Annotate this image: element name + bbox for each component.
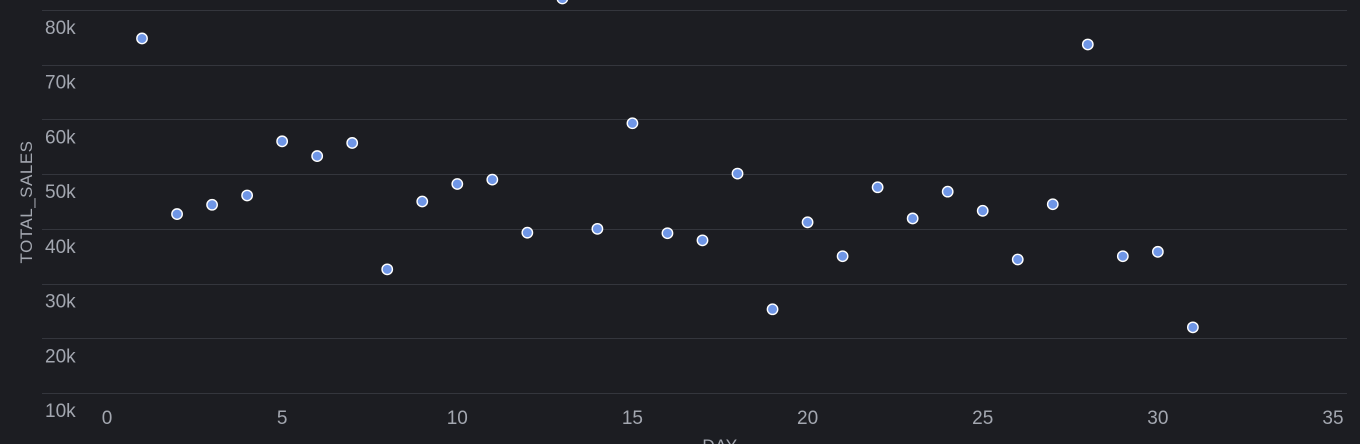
data-point[interactable] bbox=[1151, 245, 1164, 258]
data-point[interactable] bbox=[626, 117, 639, 130]
y-axis-ticks: 10k 20k 30k 40k 50k 60k 70k 80k bbox=[45, 18, 76, 422]
x-tick-label: 30 bbox=[1147, 408, 1168, 429]
x-axis-ticks: 0 5 10 15 20 25 30 35 bbox=[102, 408, 1344, 429]
x-tick-label: 35 bbox=[1322, 408, 1343, 429]
data-point[interactable] bbox=[521, 226, 534, 239]
y-tick-label: 70k bbox=[45, 73, 76, 94]
data-point[interactable] bbox=[591, 222, 604, 235]
y-tick-label: 30k bbox=[45, 292, 76, 313]
x-tick-label: 0 bbox=[102, 408, 113, 429]
data-point[interactable] bbox=[311, 150, 324, 162]
data-point[interactable] bbox=[696, 234, 709, 247]
y-tick-label: 60k bbox=[45, 127, 76, 148]
data-point[interactable] bbox=[241, 189, 254, 202]
data-point[interactable] bbox=[941, 185, 954, 198]
x-tick-label: 25 bbox=[972, 408, 993, 429]
data-point[interactable] bbox=[836, 250, 849, 263]
data-point[interactable] bbox=[1011, 253, 1024, 266]
data-point[interactable] bbox=[206, 198, 218, 211]
data-point[interactable] bbox=[871, 181, 884, 194]
data-point[interactable] bbox=[801, 216, 814, 229]
data-point[interactable] bbox=[381, 263, 394, 276]
x-tick-label: 5 bbox=[277, 408, 288, 429]
y-tick-label: 80k bbox=[45, 18, 76, 39]
data-point[interactable] bbox=[346, 137, 359, 149]
x-tick-label: 20 bbox=[797, 408, 818, 429]
x-tick-label: 10 bbox=[447, 408, 468, 429]
data-point[interactable] bbox=[731, 167, 744, 180]
data-point[interactable] bbox=[1046, 198, 1059, 211]
data-point[interactable] bbox=[556, 0, 569, 5]
data-point[interactable] bbox=[416, 195, 429, 208]
data-point[interactable] bbox=[906, 212, 919, 225]
y-axis-title: TOTAL_SALES bbox=[17, 141, 36, 264]
x-tick-label: 15 bbox=[622, 408, 643, 429]
x-axis-title: DAY bbox=[702, 436, 737, 444]
data-point[interactable] bbox=[171, 208, 183, 220]
y-tick-label: 20k bbox=[45, 346, 76, 367]
data-point[interactable] bbox=[451, 178, 464, 190]
data-point[interactable] bbox=[486, 173, 499, 186]
data-point[interactable] bbox=[1081, 38, 1094, 51]
data-point[interactable] bbox=[766, 303, 779, 316]
grid-lines bbox=[42, 10, 1347, 394]
data-point[interactable] bbox=[276, 135, 289, 148]
data-point[interactable] bbox=[136, 32, 148, 45]
y-tick-label: 40k bbox=[45, 237, 76, 258]
data-point[interactable] bbox=[1116, 250, 1129, 263]
data-point[interactable] bbox=[976, 204, 989, 217]
scatter-chart: 10k20k30k40k50k60k70k80k 0 5 10 15 20 25 30 35 … bbox=[17, 0, 1347, 444]
y-tick-label: 10k bbox=[45, 401, 76, 422]
data-points bbox=[136, 0, 1199, 334]
y-tick-label: 50k bbox=[45, 182, 76, 203]
data-point[interactable] bbox=[661, 227, 674, 240]
data-point[interactable] bbox=[1186, 321, 1199, 334]
